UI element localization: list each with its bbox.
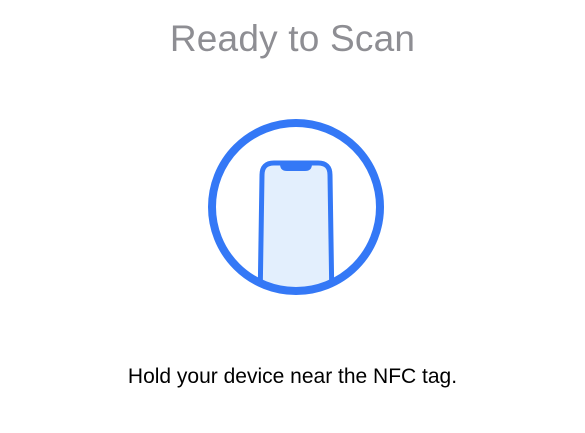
phone-in-circle-icon [208, 119, 384, 295]
instruction-text: Hold your device near the NFC tag. [127, 365, 458, 388]
nfc-scan-sheet: Ready to Scan Hold your device near the … [0, 0, 585, 433]
dialog-title: Ready to Scan [169, 18, 416, 59]
phone-icon [257, 160, 335, 291]
